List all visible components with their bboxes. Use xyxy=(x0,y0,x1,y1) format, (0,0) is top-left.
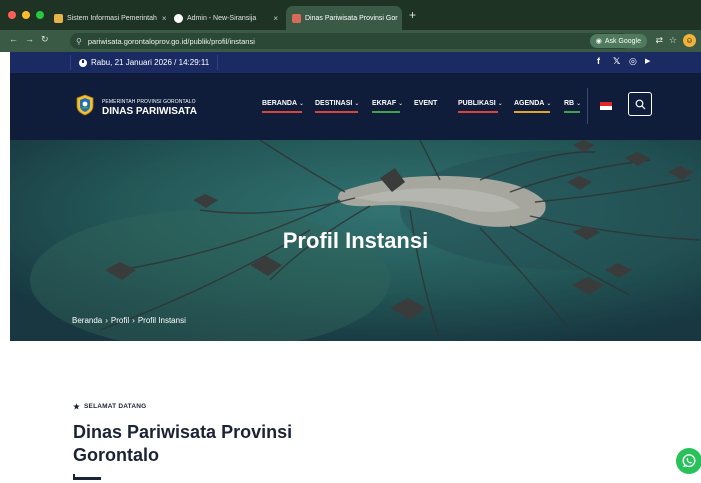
menu-item-beranda[interactable]: BERANDA ⌄ xyxy=(262,100,304,107)
chevron-right-icon: › xyxy=(132,316,135,325)
twitter-icon[interactable]: 𝕏 xyxy=(613,56,620,67)
brand-title[interactable]: DINAS PARIWISATA xyxy=(102,106,197,117)
ask-google-label: Ask Google xyxy=(604,37,641,45)
chevron-down-icon: ⌄ xyxy=(398,101,404,107)
brand-subtitle: PEMERINTAH PROVINSI GORONTALO xyxy=(102,99,196,105)
menu-item-agenda[interactable]: AGENDA ⌄ xyxy=(514,100,551,107)
menu-item-ekraf[interactable]: EKRAF ⌄ xyxy=(372,100,403,107)
whatsapp-button[interactable] xyxy=(676,448,701,474)
menu-item-publikasi[interactable]: PUBLIKASI ⌄ xyxy=(458,100,503,107)
youtube-icon[interactable]: ▶ xyxy=(645,57,650,65)
browser-toolbar: ← → ↻ ⚲ pariwisata.gorontaloprov.go.id/p… xyxy=(0,30,701,52)
menu-underline xyxy=(372,111,400,113)
site-navbar: PEMERINTAH PROVINSI GORONTALO DINAS PARI… xyxy=(10,73,701,140)
minimize-window-button[interactable] xyxy=(22,11,30,19)
section-eyebrow: SELAMAT DATANG xyxy=(73,403,146,410)
tab-title: Dinas Pariwisata Provinsi Gor xyxy=(305,14,398,22)
url-text: pariwisata.gorontaloprov.go.id/publik/pr… xyxy=(87,36,255,46)
date-time-display: Rabu, 21 Januari 2026 / 14:29:11 xyxy=(70,55,219,70)
breadcrumb-item-current: Profil Instansi xyxy=(137,316,186,325)
menu-item-destinasi[interactable]: DESTINASI ⌄ xyxy=(315,100,359,107)
tab-title: Sistem Informasi Pemerintah xyxy=(67,14,157,22)
star-icon xyxy=(73,403,80,410)
browser-tab-strip: Sistem Informasi Pemerintah × Admin - Ne… xyxy=(0,0,701,30)
menu-label: PUBLIKASI xyxy=(458,100,496,107)
whatsapp-icon xyxy=(682,454,696,468)
site-topbar: Rabu, 21 Januari 2026 / 14:29:11 f 𝕏 ◎ ▶ xyxy=(10,52,701,73)
tab-title: Admin - New-Siransija xyxy=(187,14,257,22)
tab-favicon-icon xyxy=(174,13,183,23)
instagram-icon[interactable]: ◎ xyxy=(629,56,637,67)
search-icon xyxy=(635,99,645,109)
menu-underline xyxy=(315,111,358,113)
new-tab-button[interactable]: + xyxy=(409,9,416,21)
close-window-button[interactable] xyxy=(8,11,16,19)
clock-icon xyxy=(79,58,87,67)
back-icon[interactable]: ← xyxy=(9,34,18,44)
province-logo-icon[interactable] xyxy=(76,94,94,116)
browser-tab-active[interactable]: Dinas Pariwisata Provinsi Gor × xyxy=(286,6,402,30)
nav-divider xyxy=(587,88,588,124)
tab-favicon-icon xyxy=(54,13,63,23)
menu-underline xyxy=(262,111,302,113)
site-settings-icon[interactable]: ⚲ xyxy=(76,37,82,46)
address-bar[interactable]: ⚲ pariwisata.gorontaloprov.go.id/publik/… xyxy=(70,33,630,49)
date-time-text: Rabu, 21 Januari 2026 / 14:29:11 xyxy=(91,58,210,67)
menu-underline xyxy=(458,111,498,113)
tab-close-icon[interactable]: × xyxy=(268,14,278,23)
breadcrumb-item-beranda[interactable]: Beranda xyxy=(72,316,102,325)
translate-icon[interactable]: ⇄ xyxy=(655,35,663,46)
eyebrow-text: SELAMAT DATANG xyxy=(84,403,147,410)
menu-label: BERANDA xyxy=(262,100,297,107)
page-title: Profil Instansi xyxy=(282,228,429,253)
browser-tab-2[interactable]: Admin - New-Siransija × xyxy=(168,6,284,30)
chevron-down-icon: ⌄ xyxy=(299,101,305,107)
menu-item-event[interactable]: EVENT xyxy=(414,100,437,107)
menu-label: EKRAF xyxy=(372,100,397,107)
heading-underline xyxy=(73,474,101,480)
chevron-down-icon: ⌄ xyxy=(354,101,360,107)
language-flag-icon[interactable] xyxy=(600,102,612,110)
menu-underline xyxy=(564,111,580,113)
menu-label: DESTINASI xyxy=(315,100,353,107)
breadcrumb: Beranda › Profil › Profil Instansi xyxy=(72,316,186,325)
tab-close-icon[interactable]: × xyxy=(157,14,166,23)
maximize-window-button[interactable] xyxy=(36,11,44,19)
browser-tab-1[interactable]: Sistem Informasi Pemerintah × xyxy=(48,6,166,30)
chevron-down-icon: ⌄ xyxy=(497,101,503,107)
menu-underline xyxy=(514,111,550,113)
section-heading: Dinas Pariwisata Provinsi Gorontalo xyxy=(73,422,293,465)
hero-banner: Profil Instansi Beranda › Profil › Profi… xyxy=(10,140,701,341)
tab-close-icon[interactable]: × xyxy=(398,14,402,23)
menu-label: EVENT xyxy=(414,100,438,107)
ask-google-button[interactable]: ◉ Ask Google xyxy=(589,34,647,48)
lens-icon: ◉ xyxy=(595,38,602,45)
browser-window: Sistem Informasi Pemerintah × Admin - Ne… xyxy=(0,0,701,483)
menu-item-rb[interactable]: RB ⌄ xyxy=(564,100,581,107)
chevron-down-icon: ⌄ xyxy=(546,101,552,107)
forward-icon[interactable]: → xyxy=(25,34,34,44)
search-button[interactable] xyxy=(628,92,652,116)
chevron-right-icon: › xyxy=(105,316,108,325)
menu-label: AGENDA xyxy=(514,100,545,107)
breadcrumb-item-profil[interactable]: Profil xyxy=(111,316,129,325)
reload-icon[interactable]: ↻ xyxy=(41,34,49,45)
menu-label: RB xyxy=(564,100,575,107)
bookmark-star-icon[interactable]: ☆ xyxy=(669,35,677,46)
tab-favicon-icon xyxy=(292,13,301,23)
facebook-icon[interactable]: f xyxy=(597,56,600,66)
profile-avatar-icon[interactable]: ☺ xyxy=(683,34,696,47)
chevron-down-icon: ⌄ xyxy=(576,101,582,107)
